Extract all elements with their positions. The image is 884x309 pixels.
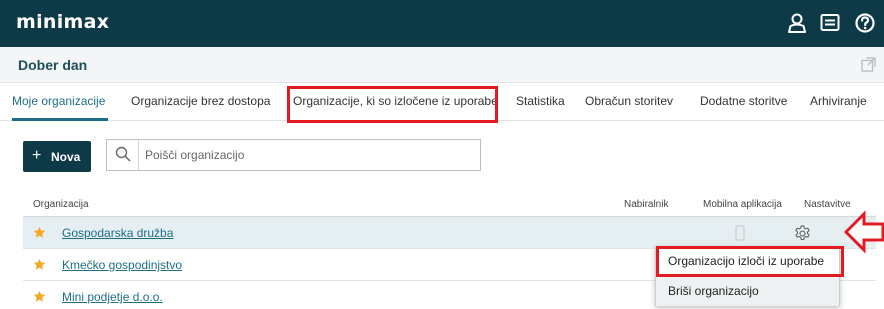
star-icon[interactable]	[33, 258, 46, 271]
menu-item-delete-organization[interactable]: Briši organizacijo	[656, 277, 839, 306]
help-icon[interactable]	[854, 12, 876, 34]
tab-service-billing[interactable]: Obračun storitev	[585, 94, 673, 108]
gear-icon[interactable]	[793, 224, 812, 243]
organization-link[interactable]: Kmečko gospodinjstvo	[62, 258, 182, 272]
star-icon[interactable]	[33, 226, 46, 239]
plus-icon: +	[32, 147, 42, 164]
search-icon[interactable]	[115, 146, 131, 162]
tab-my-organizations[interactable]: Moje organizacije	[12, 94, 105, 108]
table-row: Gospodarska družba	[23, 217, 876, 249]
new-button-label: Nova	[51, 150, 81, 164]
menu-highlight-annotation	[656, 246, 844, 277]
greeting-bar: Dober dan	[0, 47, 884, 83]
column-header-mailbox: Nabiralnik	[624, 199, 669, 210]
popout-icon[interactable]	[861, 57, 876, 72]
column-header-mobile-app: Mobilna aplikacija	[703, 199, 782, 210]
column-header-organization[interactable]: Organizacija	[33, 199, 89, 210]
arrow-left-icon	[843, 210, 884, 254]
search-separator	[138, 140, 139, 170]
star-icon[interactable]	[33, 290, 46, 303]
new-organization-button[interactable]: + Nova	[23, 141, 91, 172]
tab-organizations-without-access[interactable]: Organizacije brez dostopa	[131, 94, 270, 108]
tab-highlight-annotation	[287, 86, 498, 123]
tab-statistics[interactable]: Statistika	[516, 94, 565, 108]
messages-icon[interactable]	[819, 12, 841, 34]
tab-archiving[interactable]: Arhiviranje	[810, 94, 867, 108]
phone-icon	[735, 225, 745, 241]
user-icon[interactable]	[786, 12, 808, 34]
app-logo[interactable]: minimax	[16, 11, 109, 33]
top-bar: minimax	[0, 0, 884, 47]
active-tab-indicator	[12, 118, 108, 121]
table-header: Organizacija Nabiralnik Mobilna aplikaci…	[23, 190, 876, 217]
organization-link[interactable]: Mini podjetje d.o.o.	[62, 290, 163, 304]
search-box	[106, 139, 481, 171]
search-input[interactable]	[145, 146, 465, 164]
page-title: Dober dan	[18, 57, 88, 73]
tab-additional-services[interactable]: Dodatne storitve	[700, 94, 787, 108]
organization-link[interactable]: Gospodarska družba	[62, 226, 173, 240]
column-header-settings: Nastavitve	[804, 199, 851, 210]
